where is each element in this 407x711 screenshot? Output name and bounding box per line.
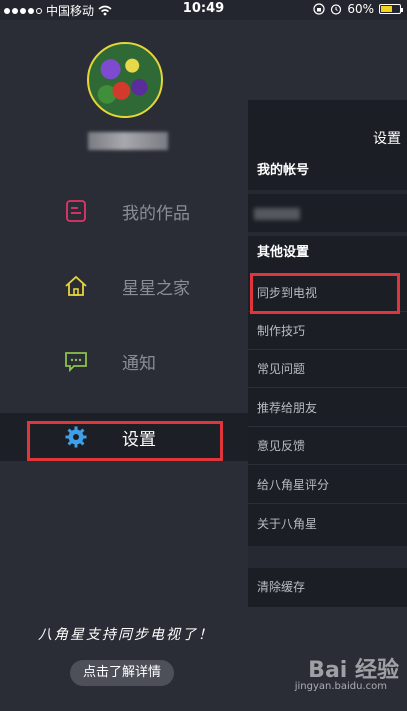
status-right: 60% (313, 2, 403, 16)
settings-item-about[interactable]: 关于八角星 (248, 505, 407, 543)
avatar[interactable] (87, 42, 163, 118)
section-other-header: 其他设置 (257, 245, 310, 260)
menu-item-works[interactable]: 我的作品 (0, 187, 248, 235)
status-bar: 中国移动 10:49 60% (0, 0, 407, 20)
menu-item-notifications[interactable]: 通知 (0, 337, 248, 385)
rotation-lock-icon (313, 3, 325, 15)
alarm-icon (331, 4, 342, 15)
battery-percent: 60% (347, 2, 374, 16)
settings-item-faq[interactable]: 常见问题 (248, 350, 407, 388)
works-icon (66, 200, 86, 222)
settings-panel: 设置 我的帐号 其他设置 同步到电视 制作技巧 常见问题 推荐给朋友 意见反馈 … (248, 100, 407, 607)
menu-item-star-home[interactable]: 星星之家 (0, 262, 248, 310)
battery-icon (379, 4, 403, 14)
settings-highlight-box (27, 421, 223, 461)
baidu-watermark: Bai 经验 (308, 652, 399, 684)
watermark-logo-text: Bai 经验 (308, 658, 399, 683)
watermark-url: jingyan.baidu.com (294, 681, 387, 692)
account-redacted[interactable] (254, 208, 300, 220)
settings-item-rate[interactable]: 给八角星评分 (248, 466, 407, 504)
settings-item-clear-cache[interactable]: 清除缓存 (248, 568, 407, 606)
sync-tv-highlight-box (250, 273, 400, 314)
detail-button[interactable]: 点击了解详情 (70, 660, 174, 686)
section-divider (248, 190, 407, 194)
menu-label-star-home: 星星之家 (122, 278, 190, 299)
section-divider (248, 546, 407, 568)
section-account-header: 我的帐号 (257, 163, 310, 178)
settings-item-tips[interactable]: 制作技巧 (248, 312, 407, 350)
message-icon (65, 352, 87, 373)
username-redacted (88, 132, 168, 150)
settings-item-feedback[interactable]: 意见反馈 (248, 427, 407, 465)
settings-title: 设置 (373, 131, 401, 147)
menu-label-works: 我的作品 (122, 203, 190, 224)
home-icon (65, 275, 87, 296)
menu-label-notifications: 通知 (122, 353, 156, 374)
settings-item-recommend[interactable]: 推荐给朋友 (248, 389, 407, 427)
promo-text: 八角星支持同步电视了！ (38, 627, 214, 643)
